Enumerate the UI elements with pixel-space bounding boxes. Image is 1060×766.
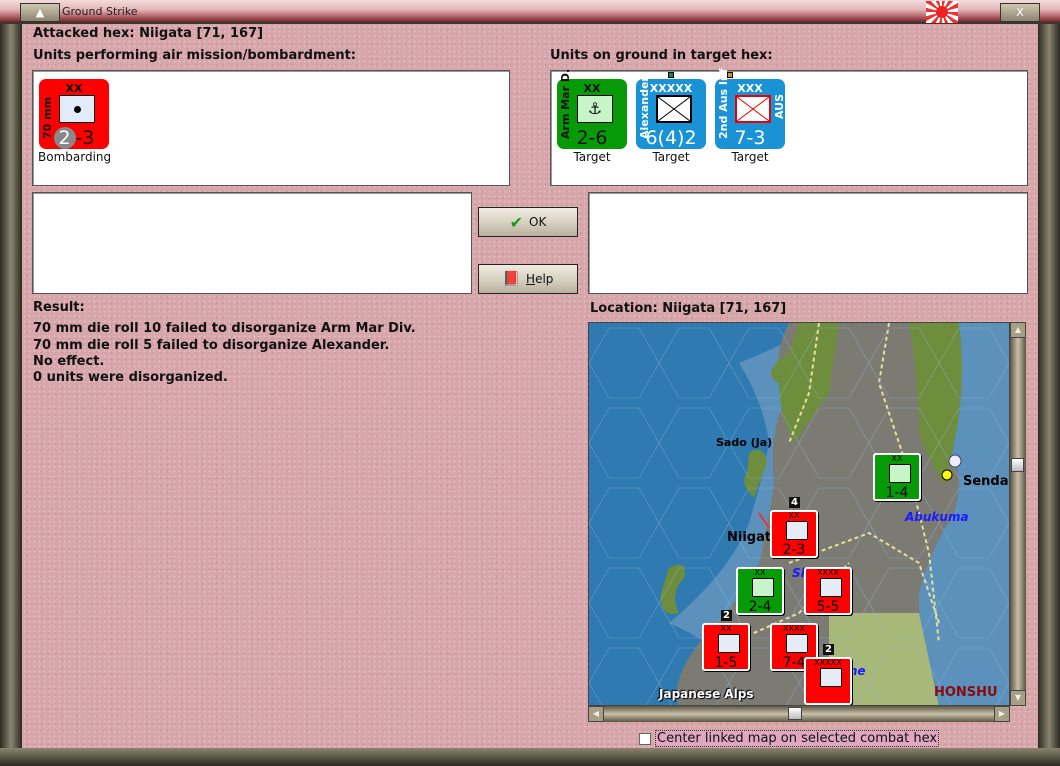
map-label-alps: Japanese Alps (659, 687, 754, 701)
minimize-button[interactable]: ▲ (20, 3, 60, 22)
unit-symbol-icon (718, 634, 740, 653)
map-unit-counter[interactable]: XX 2-4 (736, 567, 784, 615)
infantry-symbol-icon (656, 95, 692, 123)
unit-symbol-icon (820, 578, 842, 597)
map-unit-counter[interactable]: XX 2-3 (770, 510, 818, 558)
ground-details-panel (588, 192, 1028, 294)
unit-counter: XX 70 mm 2 -3 (39, 79, 109, 149)
status-dot-icon (668, 72, 674, 78)
unit-symbol-icon (820, 668, 842, 687)
air-unit[interactable]: XX 70 mm 2 -3 Bombarding (38, 79, 112, 164)
triangle-up-icon: ▲ (35, 6, 45, 19)
unit-strength: 2-6 (576, 127, 608, 149)
ground-unit[interactable]: XXXXX Alexander 6(4)2 Target (635, 72, 707, 164)
help-button[interactable]: 📕 Help (478, 264, 578, 294)
counter-size: XXXXX (814, 658, 842, 667)
scroll-up-arrow-icon[interactable]: ▲ (1010, 322, 1026, 338)
map-label-honshu: HONSHU (934, 685, 998, 700)
counter-strength: 2-3 (782, 542, 806, 558)
scroll-left-arrow-icon[interactable]: ◀ (588, 706, 604, 722)
ok-label: OK (529, 215, 547, 229)
map-horizontal-scrollbar[interactable]: ◀ ▶ (588, 706, 1010, 722)
stack-count-badge: 4 (789, 497, 800, 508)
map-label-sado: Sado (Ja) (716, 436, 773, 449)
unit-symbol-icon (752, 578, 774, 597)
unit-attack: 2 (53, 127, 76, 149)
counter-size: XX (788, 511, 800, 520)
counter-strength: 1-5 (714, 655, 738, 671)
counter-size: XXXX (817, 568, 839, 577)
title-bar: ▲ Ground Strike X (0, 0, 1060, 24)
result-label: Result: (33, 300, 85, 315)
unit-symbol-icon (786, 634, 808, 653)
unit-size: XX (65, 82, 83, 95)
map-unit-counter[interactable]: XX 1-4 (873, 453, 921, 501)
map-label-shinano: Sl (792, 566, 805, 580)
window-frame-right (1038, 24, 1060, 766)
horizontal-scroll-thumb[interactable] (788, 707, 802, 720)
ground-units-list: XX Arm Mar D. ⚓ 2-6 Target XXXXX Alexand… (550, 68, 1028, 186)
unit-status: Target (573, 150, 611, 164)
counter-strength: 5-5 (816, 599, 840, 615)
air-details-panel (32, 192, 472, 294)
unit-status: Target (652, 150, 690, 164)
counter-strength: 1-4 (885, 485, 909, 501)
map-unit-counter[interactable]: XXXX 5-5 (804, 567, 852, 615)
unit-nation: AUS (773, 93, 786, 119)
artillery-symbol-icon (59, 95, 95, 123)
counter-size: XXXX (783, 624, 805, 633)
ok-button[interactable]: ✔ OK (478, 207, 578, 237)
ground-unit[interactable]: XXX 2nd Aus Inf AUS 7-3 Target (714, 68, 786, 164)
counter-strength: 2-4 (748, 599, 772, 615)
counter-size: XX (720, 624, 732, 633)
counter-size: XX (754, 568, 766, 577)
map-unit-counter[interactable]: XXXXX (804, 657, 852, 705)
unit-symbol-icon (786, 521, 808, 540)
result-line: No effect. (33, 354, 105, 369)
window-frame-left (0, 24, 22, 766)
unit-strength: 6(4)2 (645, 127, 697, 149)
unit-strength: 7-3 (734, 127, 766, 149)
center-map-label[interactable]: Center linked map on selected combat hex (655, 730, 940, 747)
anchor-icon: ⚓ (577, 95, 613, 123)
result-line: 70 mm die roll 5 failed to disorganize A… (33, 338, 390, 353)
air-units-label: Units performing air mission/bombardment… (33, 48, 357, 63)
window-title: Ground Strike (62, 5, 138, 18)
help-book-icon: 📕 (502, 271, 521, 287)
map-label-niigata: Niigat (727, 530, 772, 545)
scroll-right-arrow-icon[interactable]: ▶ (994, 706, 1010, 722)
help-label: Help (526, 272, 554, 286)
checkmark-icon: ✔ (509, 212, 524, 232)
result-line: 0 units were disorganized. (33, 370, 228, 385)
vertical-scroll-thumb[interactable] (1011, 458, 1024, 472)
unit-symbol-icon (889, 464, 911, 483)
scroll-down-arrow-icon[interactable]: ▼ (1010, 690, 1026, 706)
infantry-symbol-icon (735, 95, 771, 123)
air-units-list: XX 70 mm 2 -3 Bombarding (32, 70, 510, 186)
unit-status: Target (731, 150, 769, 164)
window-frame-bottom (0, 748, 1060, 766)
center-map-checkbox[interactable] (639, 733, 651, 745)
map-unit-counter[interactable]: XX 1-5 (702, 623, 750, 671)
map-vertical-scrollbar[interactable]: ▲ ▼ (1010, 322, 1026, 706)
attacked-hex-label: Attacked hex: Niigata [71, 167] (33, 26, 264, 41)
map-label-sendai: Senda (963, 474, 1009, 489)
close-button[interactable]: X (1000, 3, 1040, 22)
ground-units-label: Units on ground in target hex: (550, 48, 773, 63)
mini-map[interactable]: Sado (Ja) Niigat Senda Abukuma Sl Tone H… (588, 322, 1010, 706)
result-line: 70 mm die roll 10 failed to disorganize … (33, 321, 416, 336)
location-label: Location: Niigata [71, 167] (590, 301, 787, 316)
rising-sun-flag-icon (926, 1, 958, 23)
ground-unit[interactable]: XX Arm Mar D. ⚓ 2-6 Target (556, 69, 628, 164)
stack-count-badge: 2 (721, 610, 732, 621)
stack-count-badge: 2 (823, 644, 834, 655)
dialog-body: Attacked hex: Niigata [71, 167] Units pe… (22, 24, 1038, 748)
unit-status: Bombarding (38, 150, 112, 164)
unit-defense: -3 (75, 127, 95, 149)
counter-size: XX (891, 454, 903, 463)
map-label-abukuma: Abukuma (905, 510, 969, 524)
